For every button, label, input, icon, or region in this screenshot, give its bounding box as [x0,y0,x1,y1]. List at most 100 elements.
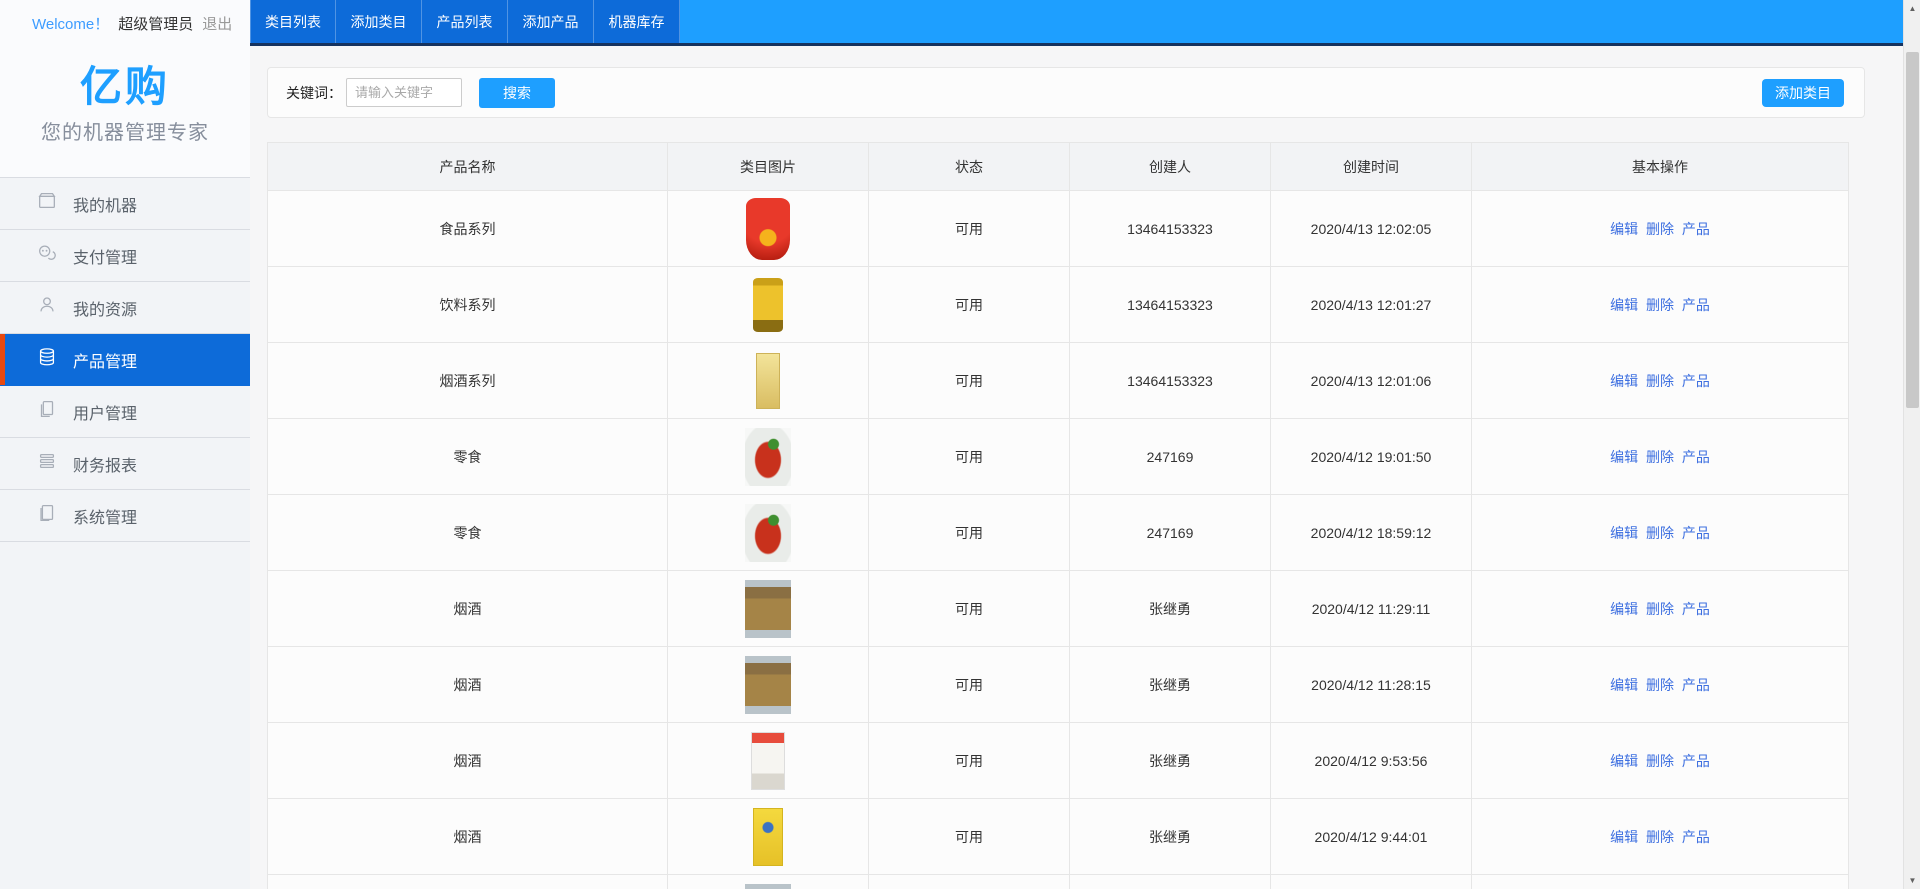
carton-photo-image [745,884,791,889]
edit-link[interactable]: 编辑 [1610,829,1638,845]
brand-logo: 亿购 [0,62,250,112]
scroll-up-arrow[interactable]: ▲ [1904,0,1920,17]
tab-product-list[interactable]: 产品列表 [422,0,508,43]
welcome-row: Welcome！ 超级管理员 退出 [0,0,250,46]
database-icon [36,346,58,373]
edit-link[interactable]: 编辑 [1610,297,1638,313]
creator-cell [1070,875,1271,889]
creator-cell: 张继勇 [1070,723,1271,799]
carton-photo-image [745,656,791,714]
brand: 亿购 您的机器管理专家 [0,46,250,177]
sidebar-item-label: 我的机器 [73,192,137,216]
category-table: 产品名称 类目图片 状态 创建人 创建时间 基本操作 食品系列 可用 13464… [267,142,1849,889]
product-name-cell: 烟酒 [268,647,668,723]
machine-icon [36,190,58,217]
content-area: 关键词： 搜索 添加类目 产品名称 类目图片 状态 创建人 [250,46,1920,889]
sidebar-item-system-management[interactable]: 系统管理 [0,490,250,542]
status-cell: 可用 [869,799,1070,875]
noodle-cup-image [746,198,790,260]
edit-link[interactable]: 编辑 [1610,601,1638,617]
sidebar-menu: 我的机器 支付管理 我的资源 产品管理 用户管理 财务报表 [0,177,250,542]
current-user-link[interactable]: 超级管理员 [118,13,193,34]
scrollbar-thumb[interactable] [1906,52,1919,408]
status-cell: 可用 [869,495,1070,571]
sidebar-item-user-management[interactable]: 用户管理 [0,386,250,438]
table-header-row: 产品名称 类目图片 状态 创建人 创建时间 基本操作 [268,143,1849,191]
logout-link[interactable]: 退出 [202,13,232,34]
product-name-cell: 烟酒 [268,799,668,875]
sidebar-item-payment[interactable]: 支付管理 [0,230,250,282]
sidebar-item-financial-reports[interactable]: 财务报表 [0,438,250,490]
edit-link[interactable]: 编辑 [1610,753,1638,769]
product-link[interactable]: 产品 [1682,829,1710,845]
list-icon [36,450,58,477]
actions-cell: 编辑 删除 产品 [1472,191,1849,267]
created-time-cell: 2020/4/12 11:28:15 [1271,647,1472,723]
main-area: 类目列表 添加类目 产品列表 添加产品 机器库存 关键词： 搜索 添加类目 [250,0,1920,889]
status-cell [869,875,1070,889]
sidebar-item-my-machines[interactable]: 我的机器 [0,178,250,230]
creator-cell: 张继勇 [1070,799,1271,875]
delete-link[interactable]: 删除 [1646,677,1674,693]
product-link[interactable]: 产品 [1682,297,1710,313]
tab-add-product[interactable]: 添加产品 [508,0,594,43]
keyword-input[interactable] [346,78,462,107]
status-cell: 可用 [869,191,1070,267]
created-time-cell: 2020/4/13 12:01:06 [1271,343,1472,419]
created-time-cell: 2020/4/12 9:53:56 [1271,723,1472,799]
delete-link[interactable]: 删除 [1646,601,1674,617]
tab-category-list[interactable]: 类目列表 [250,0,336,43]
creator-cell: 张继勇 [1070,647,1271,723]
add-category-button[interactable]: 添加类目 [1762,79,1844,107]
delete-link[interactable]: 删除 [1646,525,1674,541]
creator-cell: 张继勇 [1070,571,1271,647]
delete-link[interactable]: 删除 [1646,221,1674,237]
status-cell: 可用 [869,343,1070,419]
category-image-cell [668,191,869,267]
scroll-down-arrow[interactable]: ▼ [1904,872,1920,889]
welcome-text: Welcome！ [32,13,109,34]
product-link[interactable]: 产品 [1682,221,1710,237]
status-cell: 可用 [869,647,1070,723]
brand-slogan: 您的机器管理专家 [0,116,250,145]
drink-can-image [753,278,783,332]
sidebar-item-product-management[interactable]: 产品管理 [0,334,250,386]
product-link[interactable]: 产品 [1682,525,1710,541]
product-link[interactable]: 产品 [1682,449,1710,465]
documents-icon [36,398,58,425]
product-name-cell: 饮料系列 [268,267,668,343]
creator-cell: 13464153323 [1070,267,1271,343]
delete-link[interactable]: 删除 [1646,297,1674,313]
table-row: 食品系列 可用 13464153323 2020/4/13 12:02:05 编… [268,191,1849,267]
pack-white-image [751,732,785,790]
product-link[interactable]: 产品 [1682,601,1710,617]
header-created-time: 创建时间 [1271,143,1472,191]
category-image-cell [668,799,869,875]
edit-link[interactable]: 编辑 [1610,221,1638,237]
product-link[interactable]: 产品 [1682,373,1710,389]
delete-link[interactable]: 删除 [1646,449,1674,465]
header-actions: 基本操作 [1472,143,1849,191]
created-time-cell: 2020/4/12 19:01:50 [1271,419,1472,495]
search-button[interactable]: 搜索 [479,78,555,108]
tab-add-category[interactable]: 添加类目 [336,0,422,43]
tab-machine-inventory[interactable]: 机器库存 [594,0,680,43]
actions-cell: 编辑 删除 产品 [1472,495,1849,571]
vertical-scrollbar: ▲ ▼ [1903,0,1920,889]
delete-link[interactable]: 删除 [1646,373,1674,389]
status-cell: 可用 [869,571,1070,647]
edit-link[interactable]: 编辑 [1610,525,1638,541]
product-link[interactable]: 产品 [1682,753,1710,769]
edit-link[interactable]: 编辑 [1610,373,1638,389]
delete-link[interactable]: 删除 [1646,753,1674,769]
created-time-cell: 2020/4/13 12:02:05 [1271,191,1472,267]
created-time-cell: 2020/4/12 18:59:12 [1271,495,1472,571]
edit-link[interactable]: 编辑 [1610,449,1638,465]
delete-link[interactable]: 删除 [1646,829,1674,845]
product-link[interactable]: 产品 [1682,677,1710,693]
category-image-cell [668,571,869,647]
edit-link[interactable]: 编辑 [1610,677,1638,693]
sidebar-item-my-resources[interactable]: 我的资源 [0,282,250,334]
person-icon [36,294,58,321]
snack-plate-image [745,428,791,486]
